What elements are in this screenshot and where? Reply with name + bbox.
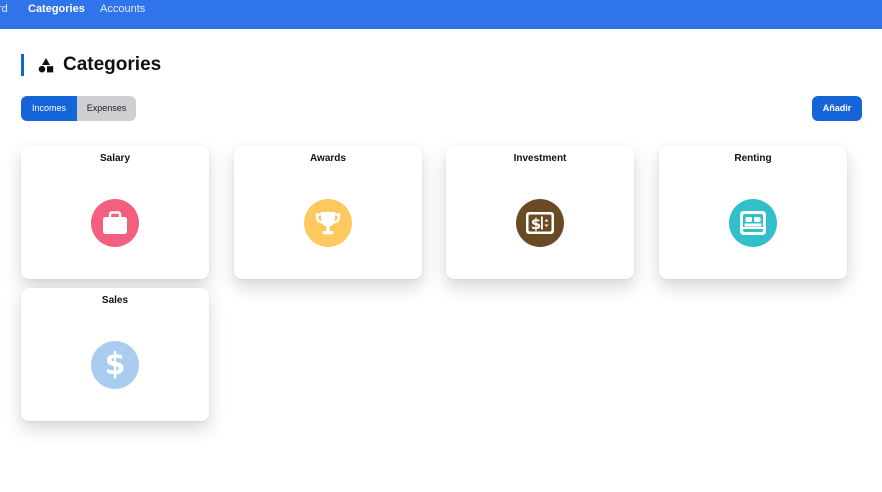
category-name: Renting [734, 153, 772, 164]
category-name: Awards [310, 153, 346, 164]
tab-expenses[interactable]: Expenses [77, 96, 136, 121]
briefcase-icon [91, 199, 139, 247]
nav-item-dashboard[interactable]: rd [0, 2, 8, 16]
nav-item-accounts[interactable]: Accounts [100, 2, 145, 16]
title-accent-bar [21, 54, 24, 76]
category-card-renting[interactable]: Renting [659, 146, 847, 279]
add-category-button[interactable]: Añadir [812, 96, 862, 121]
page-title: Categories [63, 54, 162, 75]
category-card-salary[interactable]: Salary [21, 146, 209, 279]
tab-incomes[interactable]: Incomes [21, 96, 77, 121]
dollar-icon: $ [91, 341, 139, 389]
bed-icon [729, 199, 777, 247]
money-bill-icon: $ [516, 199, 564, 247]
category-name: Investment [513, 153, 567, 164]
shapes-icon [38, 58, 54, 73]
income-expense-toggle: Incomes Expenses [21, 96, 136, 121]
nav-item-categories[interactable]: Categories [28, 2, 85, 16]
category-card-sales[interactable]: Sales $ [21, 288, 209, 421]
svg-text:$: $ [531, 215, 541, 233]
category-card-investment[interactable]: Investment $ [446, 146, 634, 279]
category-card-awards[interactable]: Awards [234, 146, 422, 279]
category-name: Sales [101, 295, 129, 306]
category-name: Salary [99, 153, 131, 164]
trophy-icon [304, 199, 352, 247]
top-nav: rd Categories Accounts [0, 0, 882, 29]
